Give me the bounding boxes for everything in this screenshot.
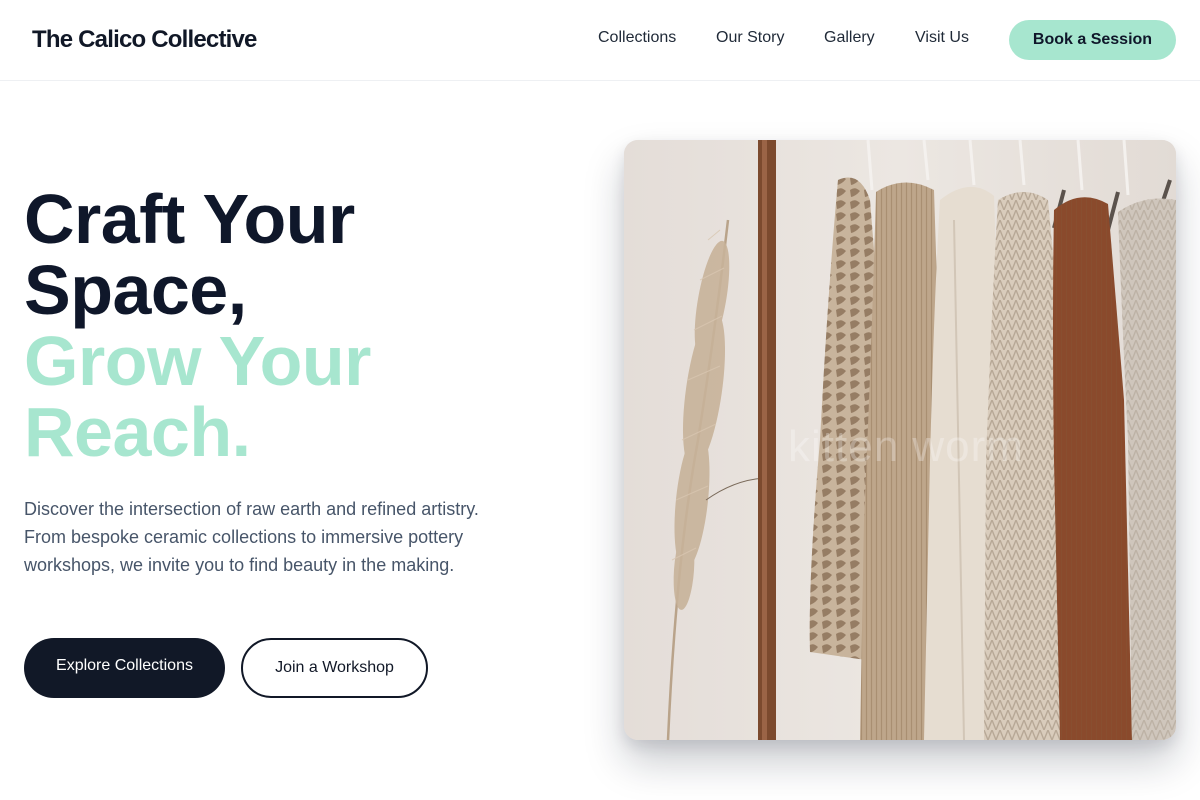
headline-accent-line-2: Reach.: [24, 393, 251, 471]
headline-accent-line-1: Grow Your: [24, 322, 371, 400]
site-logo[interactable]: The Calico Collective: [32, 26, 257, 54]
nav-link-collections[interactable]: Collections: [598, 29, 676, 47]
nav-link-gallery[interactable]: Gallery: [824, 29, 875, 47]
hero-headline: Craft Your Space, Grow Your Reach.: [24, 184, 371, 468]
explore-collections-button[interactable]: Explore Collections: [24, 638, 225, 698]
hero-image: kitten worm: [624, 140, 1176, 740]
site-header: The Calico Collective Collections Our St…: [0, 0, 1200, 81]
image-watermark: kitten worm: [788, 422, 1024, 471]
book-session-button[interactable]: Book a Session: [1009, 20, 1176, 60]
headline-line-2: Space,: [24, 251, 247, 329]
join-workshop-button[interactable]: Join a Workshop: [241, 638, 428, 698]
headline-line-1: Craft Your: [24, 180, 355, 258]
nav-link-our-story[interactable]: Our Story: [716, 29, 784, 47]
hero-description: Discover the intersection of raw earth a…: [24, 499, 479, 575]
nav-link-visit-us[interactable]: Visit Us: [915, 29, 969, 47]
